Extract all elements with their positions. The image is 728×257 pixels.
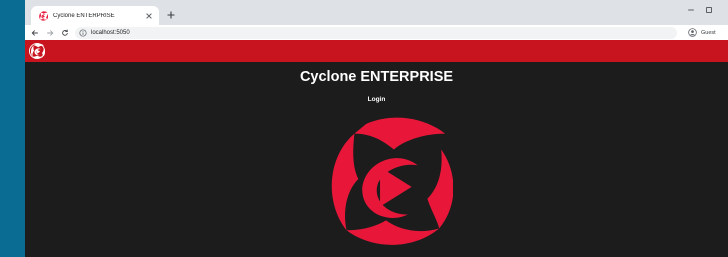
browser-window: Cyclone ENTERPRISE localhost:5050 Guest … [25,0,728,257]
page-title: Cyclone ENTERPRISE [299,69,454,85]
profile-button[interactable]: Guest [688,27,716,38]
reload-icon[interactable] [59,27,70,38]
account-circle-icon [688,28,697,37]
url-text: localhost:5050 [91,29,130,36]
arrow-right-icon[interactable] [44,27,55,38]
plus-icon[interactable] [166,10,176,20]
login-page: Cyclone ENTERPRISE Login [25,62,728,257]
maximize-icon[interactable] [704,5,714,15]
profile-label: Guest [701,29,716,36]
tab-title: Cyclone ENTERPRISE [53,12,115,19]
address-bar[interactable]: localhost:5050 [75,26,677,39]
cyclone-logo-icon [38,10,48,21]
info-icon[interactable] [79,28,87,37]
browser-tab[interactable]: Cyclone ENTERPRISE [31,6,159,25]
browser-toolbar: localhost:5050 Guest [25,25,728,40]
cyclone-logo [315,112,454,250]
cyclone-logo-icon[interactable] [29,43,46,59]
close-icon[interactable] [144,11,154,21]
login-heading: Login [367,96,386,103]
minimize-icon[interactable] [686,5,696,15]
tab-bar: Cyclone ENTERPRISE [25,0,728,25]
app-header [25,40,728,62]
arrow-left-icon[interactable] [29,27,40,38]
